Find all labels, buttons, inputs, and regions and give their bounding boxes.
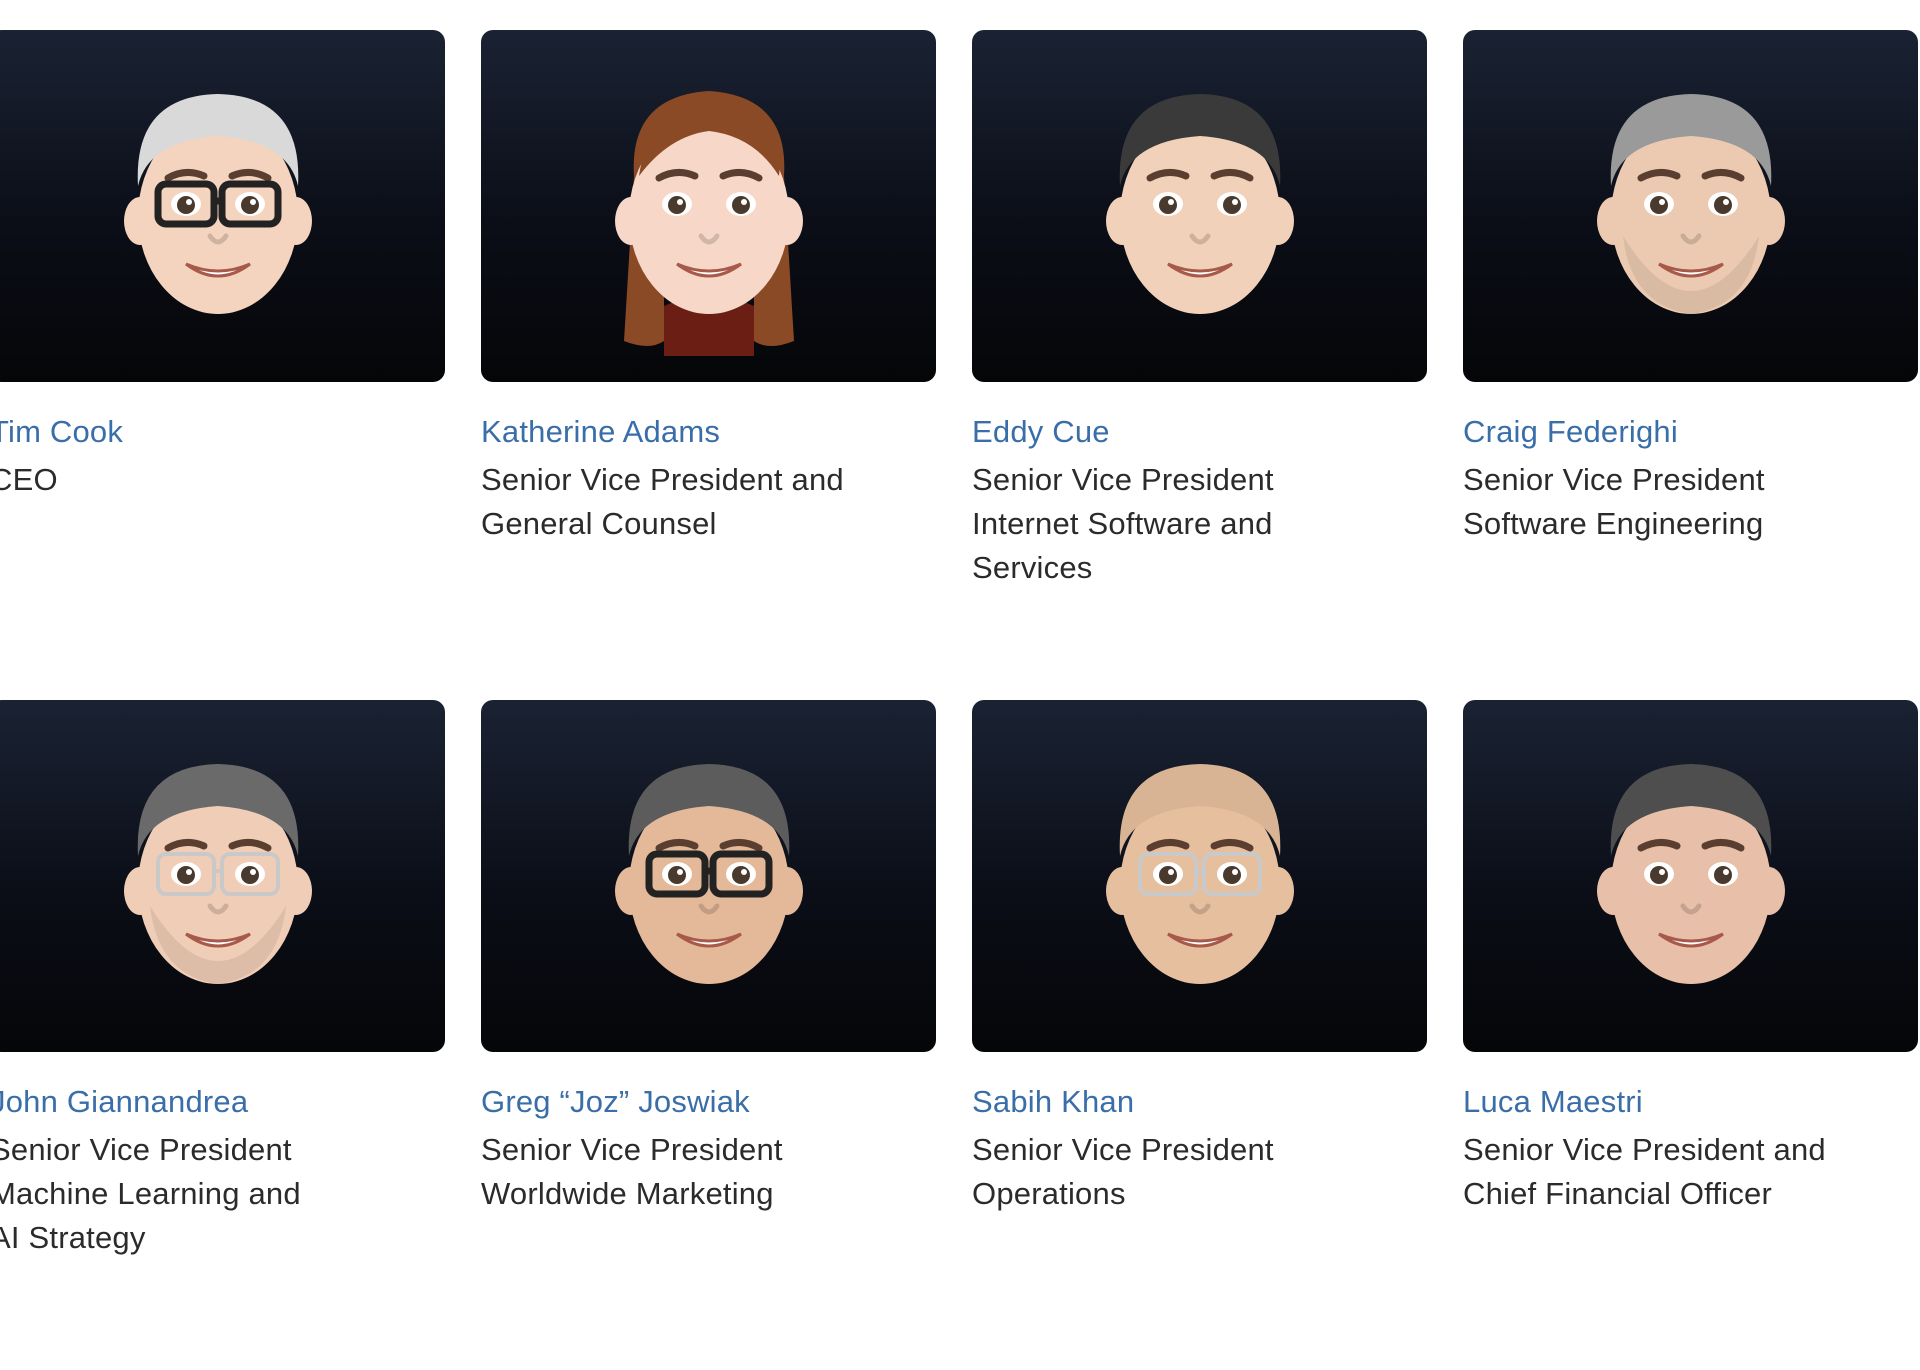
profile-card[interactable]: Tim Cook CEO	[0, 30, 445, 662]
profile-name-link[interactable]: John Giannandrea	[0, 1082, 445, 1122]
profile-photo[interactable]	[0, 700, 445, 1052]
profile-title: Senior Vice President and General Counse…	[481, 458, 936, 546]
profile-name-link[interactable]: Luca Maestri	[1463, 1082, 1918, 1122]
profile-card[interactable]: Craig Federighi Senior Vice President So…	[1463, 30, 1918, 662]
profile-title-line: Senior Vice President	[972, 1132, 1274, 1167]
profile-title: Senior Vice President Operations	[972, 1128, 1427, 1216]
profile-title-line: Senior Vice President	[481, 1132, 783, 1167]
profile-card[interactable]: Luca Maestri Senior Vice President and C…	[1463, 700, 1918, 1332]
profile-name-link[interactable]: Eddy Cue	[972, 412, 1427, 452]
leadership-row: John Giannandrea Senior Vice President M…	[0, 700, 1920, 1332]
profile-card[interactable]: Katherine Adams Senior Vice President an…	[481, 30, 936, 662]
profile-title-line: Operations	[972, 1176, 1126, 1211]
profile-name-link[interactable]: Katherine Adams	[481, 412, 936, 452]
profile-title-line: Chief Financial Officer	[1463, 1176, 1772, 1211]
profile-photo[interactable]	[0, 30, 445, 382]
profile-title-line: Services	[972, 550, 1093, 585]
profile-title-line: CEO	[0, 462, 58, 497]
memoji-avatar-icon	[1561, 726, 1821, 1026]
profile-card[interactable]: John Giannandrea Senior Vice President M…	[0, 700, 445, 1332]
memoji-avatar-icon	[88, 56, 348, 356]
profile-title: Senior Vice President Worldwide Marketin…	[481, 1128, 936, 1216]
profile-title-line: Senior Vice President	[0, 1132, 292, 1167]
profile-photo[interactable]	[481, 700, 936, 1052]
profile-title-line: Machine Learning and	[0, 1176, 301, 1211]
profile-title: Senior Vice President Internet Software …	[972, 458, 1427, 590]
profile-name-link[interactable]: Tim Cook	[0, 412, 445, 452]
profile-title: CEO	[0, 458, 445, 502]
leadership-grid: Tim Cook CEO Katherine Adams Senior Vice…	[0, 30, 1920, 1370]
memoji-avatar-icon	[1561, 56, 1821, 356]
profile-card[interactable]: Sabih Khan Senior Vice President Operati…	[972, 700, 1427, 1332]
profile-title-line: Software Engineering	[1463, 506, 1764, 541]
profile-photo[interactable]	[972, 700, 1427, 1052]
profile-title-line: AI Strategy	[0, 1220, 146, 1255]
profile-name-link[interactable]: Sabih Khan	[972, 1082, 1427, 1122]
profile-photo[interactable]	[481, 30, 936, 382]
profile-title-line: Worldwide Marketing	[481, 1176, 774, 1211]
memoji-avatar-icon	[579, 726, 839, 1026]
leadership-row: Tim Cook CEO Katherine Adams Senior Vice…	[0, 30, 1920, 662]
profile-title: Senior Vice President Machine Learning a…	[0, 1128, 445, 1260]
profile-title-line: Senior Vice President and	[1463, 1132, 1826, 1167]
profile-card[interactable]: Greg “Joz” Joswiak Senior Vice President…	[481, 700, 936, 1332]
profile-card[interactable]: Eddy Cue Senior Vice President Internet …	[972, 30, 1427, 662]
profile-title-line: General Counsel	[481, 506, 717, 541]
profile-name-link[interactable]: Craig Federighi	[1463, 412, 1918, 452]
profile-title-line: Senior Vice President and	[481, 462, 844, 497]
memoji-avatar-icon	[1070, 56, 1330, 356]
profile-photo[interactable]	[1463, 30, 1918, 382]
memoji-avatar-icon	[88, 726, 348, 1026]
profile-name-link[interactable]: Greg “Joz” Joswiak	[481, 1082, 936, 1122]
profile-photo[interactable]	[972, 30, 1427, 382]
profile-photo[interactable]	[1463, 700, 1918, 1052]
memoji-avatar-icon	[1070, 726, 1330, 1026]
profile-title-line: Senior Vice President	[972, 462, 1274, 497]
profile-title-line: Senior Vice President	[1463, 462, 1765, 497]
profile-title: Senior Vice President and Chief Financia…	[1463, 1128, 1918, 1216]
memoji-avatar-icon	[579, 56, 839, 356]
profile-title-line: Internet Software and	[972, 506, 1273, 541]
profile-title: Senior Vice President Software Engineeri…	[1463, 458, 1918, 546]
